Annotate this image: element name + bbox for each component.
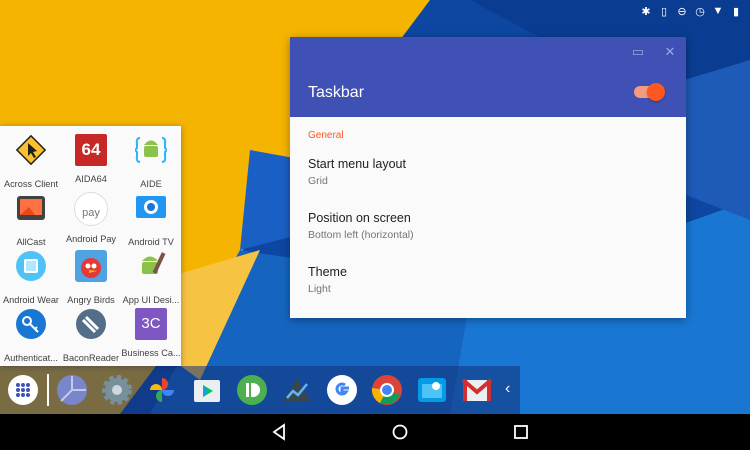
app-label: Android TV bbox=[128, 237, 174, 247]
angry-birds-icon bbox=[75, 250, 107, 282]
app-angry-birds[interactable]: Angry Birds bbox=[60, 250, 122, 305]
app-label: Across Client bbox=[3, 179, 59, 189]
authenticator-icon bbox=[16, 309, 46, 339]
section-header-general: General bbox=[308, 130, 344, 141]
app-aida64[interactable]: 64 AIDA64 bbox=[60, 134, 122, 184]
app-across-client[interactable]: Across Client bbox=[0, 134, 62, 189]
enable-toggle[interactable] bbox=[634, 83, 665, 101]
pref-title: Position on screen bbox=[308, 211, 411, 225]
app-android-pay[interactable]: pay Android Pay bbox=[60, 192, 122, 244]
taskbar-settings-window: ▭ ✕ Taskbar General Start menu layout Gr… bbox=[290, 37, 686, 318]
business-card-icon: 3C bbox=[135, 308, 167, 340]
aide-icon bbox=[133, 137, 169, 163]
app-label: Authenticat... bbox=[4, 353, 58, 363]
app-label: Android Pay bbox=[65, 234, 117, 244]
across-client-icon bbox=[15, 134, 47, 166]
back-button[interactable] bbox=[270, 423, 288, 441]
app-label: AIDA64 bbox=[75, 174, 107, 184]
aida64-icon: 64 bbox=[75, 134, 107, 166]
chrome-icon[interactable] bbox=[371, 374, 403, 406]
app-label: AIDE bbox=[140, 179, 162, 189]
pref-position-on-screen[interactable]: Position on screen Bottom left (horizont… bbox=[308, 211, 414, 241]
allcast-icon bbox=[17, 196, 45, 220]
status-bar: ✱ ▯ ⊖ ◷ ▼ ▮ bbox=[610, 0, 750, 22]
baconreader-icon bbox=[76, 309, 106, 339]
stocks-icon[interactable] bbox=[281, 374, 313, 406]
collapse-chevron-icon[interactable]: ‹ bbox=[505, 380, 510, 398]
file-manager-icon[interactable] bbox=[416, 374, 448, 406]
battery-icon: ▮ bbox=[732, 5, 740, 18]
photos-icon[interactable] bbox=[146, 374, 178, 406]
pref-start-menu-layout[interactable]: Start menu layout Grid bbox=[308, 157, 406, 187]
android-wear-icon bbox=[16, 251, 46, 281]
app-label: Business Ca... bbox=[121, 348, 181, 358]
bluetooth-icon: ✱ bbox=[641, 5, 651, 18]
google-icon[interactable] bbox=[326, 374, 358, 406]
do-not-disturb-icon: ⊖ bbox=[677, 5, 687, 18]
taskbar-divider bbox=[47, 374, 49, 406]
window-titlebar[interactable]: ▭ ✕ bbox=[290, 37, 686, 69]
app-label: App UI Desi... bbox=[122, 295, 180, 305]
app-aide[interactable]: AIDE bbox=[120, 134, 182, 189]
app-drawer-icon[interactable] bbox=[7, 374, 39, 406]
recents-button[interactable] bbox=[512, 423, 530, 441]
close-icon[interactable]: ✕ bbox=[663, 45, 677, 59]
navigation-bar bbox=[0, 414, 750, 450]
toggle-knob[interactable] bbox=[647, 83, 665, 101]
app-header: Taskbar bbox=[290, 69, 686, 117]
app-label: Android Wear bbox=[2, 295, 59, 305]
pref-theme[interactable]: Theme Light bbox=[308, 265, 347, 295]
vibrate-icon: ▯ bbox=[660, 5, 668, 18]
pushbullet-icon[interactable] bbox=[236, 374, 268, 406]
app-ui-designer-icon bbox=[142, 252, 166, 274]
play-store-icon[interactable] bbox=[191, 374, 223, 406]
android-pay-icon: pay bbox=[74, 192, 108, 226]
app-label: BaconReader bbox=[62, 353, 120, 363]
app-label: AllCast bbox=[16, 237, 46, 247]
alarm-icon: ◷ bbox=[695, 5, 705, 18]
app-authenticator[interactable]: Authenticat... bbox=[0, 308, 62, 363]
pref-summary: Bottom left (horizontal) bbox=[308, 229, 414, 241]
app-icon[interactable] bbox=[56, 374, 88, 406]
app-label: Angry Birds bbox=[67, 295, 115, 305]
maximize-icon[interactable]: ▭ bbox=[631, 45, 645, 59]
pref-title: Theme bbox=[308, 265, 347, 279]
app-app-ui-designer[interactable]: App UI Desi... bbox=[120, 250, 182, 305]
pref-title: Start menu layout bbox=[308, 157, 406, 171]
app-android-tv[interactable]: Android TV bbox=[120, 192, 182, 247]
pref-summary: Light bbox=[308, 283, 331, 295]
home-button[interactable] bbox=[391, 423, 409, 441]
wifi-icon: ▼ bbox=[712, 5, 724, 17]
android-tv-icon bbox=[136, 196, 166, 218]
app-android-wear[interactable]: Android Wear bbox=[0, 250, 62, 305]
app-allcast[interactable]: AllCast bbox=[0, 192, 62, 247]
app-business-card[interactable]: 3C Business Ca... bbox=[120, 308, 182, 358]
app-baconreader[interactable]: BaconReader bbox=[60, 308, 122, 363]
taskbar: ‹ bbox=[0, 366, 520, 414]
start-menu: Across Client 64 AIDA64 AIDE AllCast pay… bbox=[0, 126, 181, 366]
pref-summary: Grid bbox=[308, 175, 328, 187]
page-title: Taskbar bbox=[308, 84, 365, 101]
gmail-icon[interactable] bbox=[461, 374, 493, 406]
settings-icon[interactable] bbox=[101, 374, 133, 406]
